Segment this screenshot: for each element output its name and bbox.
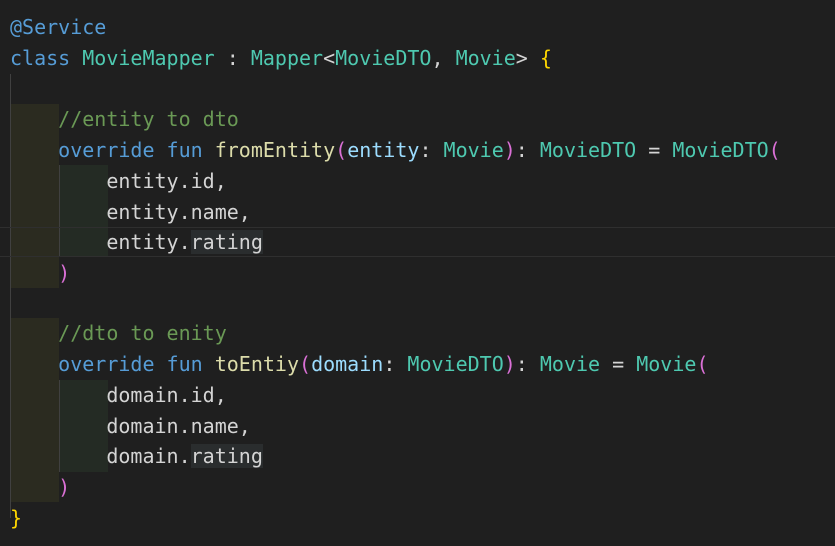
code-line[interactable]: }	[10, 503, 22, 533]
type-name: MovieDTO	[539, 138, 637, 162]
keyword: fun	[166, 352, 203, 376]
keyword: fun	[166, 138, 203, 162]
type-name: Mapper	[250, 46, 324, 70]
paren: )	[503, 138, 516, 162]
punctuation: <	[323, 46, 336, 70]
type-name: Movie	[455, 46, 516, 70]
paren: )	[58, 261, 71, 285]
punctuation: >	[515, 46, 528, 70]
function-name: toEntiy	[214, 352, 300, 376]
argument: entity.	[106, 230, 191, 254]
paren: (	[299, 352, 312, 376]
comment: //entity to dto	[58, 107, 239, 131]
paren: (	[768, 138, 781, 162]
type-name: MovieDTO	[672, 138, 769, 162]
code-line[interactable]: //dto to enity	[10, 318, 227, 348]
argument: entity.name,	[106, 200, 251, 224]
parameter: entity	[347, 138, 420, 162]
keyword: override	[58, 138, 155, 162]
type-name: MovieDTO	[335, 46, 432, 70]
code-line[interactable]: domain.rating	[10, 441, 263, 471]
code-line[interactable]: class MovieMapper : Mapper<MovieDTO, Mov…	[10, 43, 552, 73]
code-editor[interactable]: @Service class MovieMapper : Mapper<Movi…	[0, 0, 835, 546]
punctuation: :	[515, 352, 540, 376]
punctuation: =	[636, 138, 673, 162]
brace: {	[539, 46, 552, 70]
paren: (	[696, 352, 709, 376]
function-name: fromEntity	[214, 138, 336, 162]
argument: domain.name,	[106, 414, 251, 438]
type-name: Movie	[636, 352, 697, 376]
punctuation: :	[419, 138, 444, 162]
argument: domain.id,	[106, 383, 227, 407]
parameter: domain	[311, 352, 384, 376]
type-name: MovieDTO	[407, 352, 504, 376]
code-line[interactable]: @Service	[10, 12, 106, 42]
brace: }	[10, 506, 23, 530]
annotation: @Service	[10, 15, 107, 39]
paren: )	[503, 352, 516, 376]
punctuation: :	[383, 352, 408, 376]
code-line[interactable]: entity.name,	[10, 197, 251, 227]
word-highlight: rating	[190, 230, 263, 254]
type-name: Movie	[443, 138, 504, 162]
class-name: MovieMapper	[82, 46, 215, 70]
code-line[interactable]: domain.id,	[10, 380, 227, 410]
keyword: override	[58, 352, 155, 376]
argument: entity.id,	[106, 169, 227, 193]
code-line[interactable]: override fun fromEntity(entity: Movie): …	[10, 135, 781, 165]
word-highlight: rating	[190, 444, 263, 468]
punctuation: :	[214, 46, 251, 70]
code-line[interactable]: override fun toEntiy(domain: MovieDTO): …	[10, 349, 708, 379]
punctuation: ,	[431, 46, 456, 70]
keyword: class	[10, 46, 71, 70]
code-line[interactable]: //entity to dto	[10, 104, 239, 134]
argument: domain.	[106, 444, 191, 468]
type-name: Movie	[539, 352, 601, 376]
paren: )	[58, 475, 71, 499]
code-line[interactable]: domain.name,	[10, 411, 251, 441]
punctuation: :	[515, 138, 540, 162]
code-line[interactable]: )	[10, 258, 70, 288]
paren: (	[335, 138, 348, 162]
code-line[interactable]: )	[10, 472, 70, 502]
comment: //dto to enity	[58, 321, 227, 345]
code-line[interactable]: entity.rating	[10, 227, 263, 257]
punctuation: =	[600, 352, 637, 376]
code-line[interactable]: entity.id,	[10, 166, 227, 196]
